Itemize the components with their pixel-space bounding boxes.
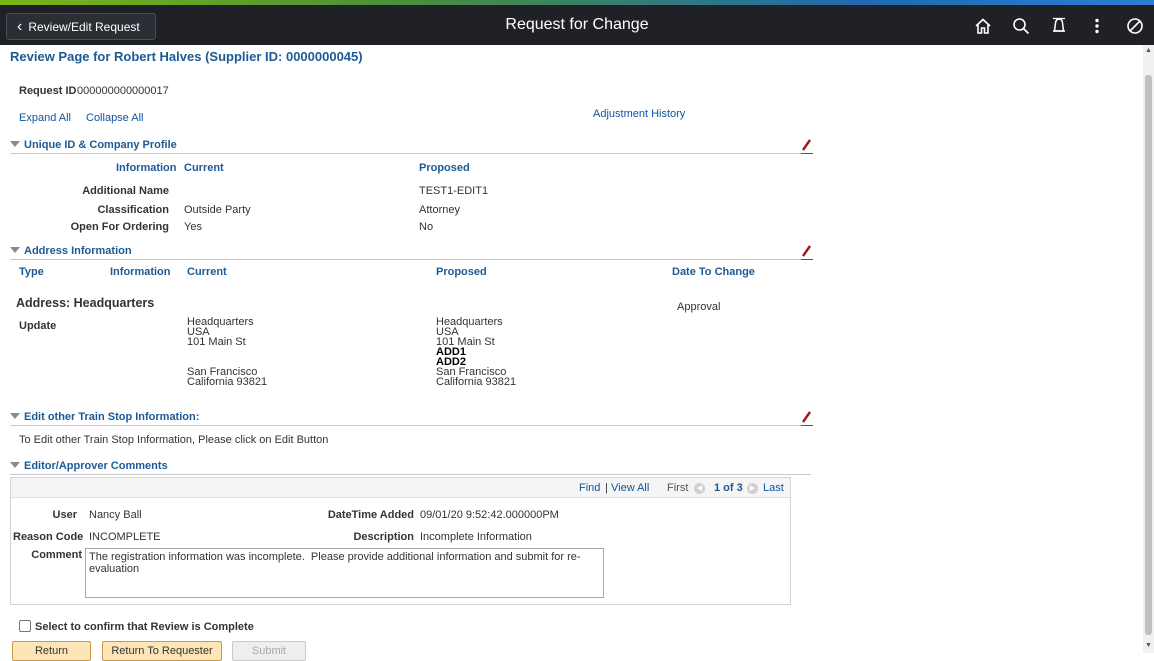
user-label: User	[52, 509, 77, 521]
return-button[interactable]: Return	[12, 641, 91, 661]
actions-menu-icon[interactable]	[1078, 12, 1116, 40]
comments-grid: Find | View All First ◀ 1 of 3 ▶ Last Us…	[10, 477, 791, 605]
chevron-left-icon: ‹	[17, 17, 23, 35]
reason-code-value: INCOMPLETE	[89, 531, 161, 543]
notification-icon[interactable]	[1040, 12, 1078, 40]
current-address-line: California 93821	[187, 376, 268, 388]
row-label-open-for-ordering: Open For Ordering	[70, 221, 169, 233]
col-header-type: Type	[19, 266, 44, 278]
back-button-label: Review/Edit Request	[28, 19, 140, 34]
edit-pencil-icon[interactable]	[800, 139, 814, 155]
last-link[interactable]: Last	[763, 482, 784, 494]
section-address-header[interactable]: Address Information	[10, 244, 811, 260]
row-current-open-for-ordering: Yes	[184, 221, 202, 233]
section-train-stop-header[interactable]: Edit other Train Stop Information:	[10, 410, 811, 426]
adjustment-history-link[interactable]: Adjustment History	[593, 108, 685, 120]
home-icon[interactable]	[964, 12, 1002, 40]
grid-navigation-bar: Find | View All First ◀ 1 of 3 ▶ Last	[11, 478, 790, 498]
collapse-triangle-icon	[10, 462, 20, 468]
request-id-value: 000000000000017	[77, 85, 169, 97]
col-header-current: Current	[187, 266, 227, 278]
row-label-classification: Classification	[97, 204, 169, 216]
comment-label: Comment	[31, 549, 82, 561]
date-to-change-value: Approval	[677, 301, 721, 313]
top-navigation-bar: ‹ Review/Edit Request Request for Change	[0, 5, 1154, 45]
scroll-up-icon[interactable]: ▲	[1143, 47, 1154, 54]
col-header-proposed: Proposed	[436, 266, 487, 278]
collapse-triangle-icon	[10, 247, 20, 253]
collapse-triangle-icon	[10, 141, 20, 147]
previous-row-icon[interactable]: ◀	[694, 483, 705, 494]
confirm-review-label: Select to confirm that Review is Complet…	[35, 621, 254, 633]
row-position: 1 of 3	[714, 482, 743, 494]
description-label: Description	[353, 531, 414, 543]
section-title: Address Information	[24, 245, 132, 257]
edit-pencil-icon[interactable]	[800, 411, 814, 427]
datetime-value: 09/01/20 9:52:42.000000PM	[420, 509, 559, 521]
next-row-icon[interactable]: ▶	[747, 483, 758, 494]
reason-code-label: Reason Code	[13, 531, 84, 543]
separator: |	[605, 482, 608, 494]
view-all-link[interactable]: View All	[611, 482, 649, 494]
user-value: Nancy Ball	[89, 509, 142, 521]
edit-pencil-icon[interactable]	[800, 245, 814, 261]
first-label: First	[667, 482, 689, 494]
row-proposed-classification: Attorney	[419, 204, 460, 216]
description-value: Incomplete Information	[420, 531, 532, 543]
row-label-additional-name: Additional Name	[82, 185, 169, 197]
section-title: Edit other Train Stop Information:	[24, 411, 200, 423]
train-stop-instruction: To Edit other Train Stop Information, Pl…	[19, 434, 329, 446]
collapse-all-link[interactable]: Collapse All	[86, 112, 143, 124]
datetime-label: DateTime Added	[327, 509, 414, 521]
current-address-block: Headquarters USA 101 Main St San Francis…	[187, 317, 268, 388]
row-proposed-additional-name: TEST1-EDIT1	[419, 185, 489, 197]
confirm-review-checkbox[interactable]	[19, 620, 31, 632]
current-address-line: 101 Main St	[187, 336, 246, 348]
col-header-information: Information	[116, 162, 177, 174]
scroll-down-icon[interactable]: ▼	[1143, 642, 1154, 649]
section-comments-header[interactable]: Editor/Approver Comments	[10, 459, 811, 475]
col-header-information: Information	[110, 266, 171, 278]
row-proposed-open-for-ordering: No	[419, 221, 434, 233]
header-actions	[964, 12, 1154, 40]
return-to-requester-button[interactable]: Return To Requester	[102, 641, 222, 661]
row-current-classification: Outside Party	[184, 204, 251, 216]
page-title: Review Page for Robert Halves (Supplier …	[10, 49, 363, 64]
navbar-icon[interactable]	[1116, 12, 1154, 40]
col-header-date-to-change: Date To Change	[672, 266, 755, 278]
current-address-line	[187, 347, 267, 357]
submit-button[interactable]: Submit	[232, 641, 306, 661]
address-title: Address: Headquarters	[16, 296, 155, 310]
find-link[interactable]: Find	[579, 482, 600, 494]
proposed-address-block: Headquarters USA 101 Main St ADD1 ADD2 S…	[436, 317, 517, 388]
col-header-current: Current	[184, 162, 224, 174]
section-title: Unique ID & Company Profile	[24, 139, 177, 151]
col-header-proposed: Proposed	[419, 162, 470, 174]
expand-all-link[interactable]: Expand All	[19, 112, 71, 124]
address-type-value: Update	[19, 320, 57, 332]
search-icon[interactable]	[1002, 12, 1040, 40]
back-button[interactable]: ‹ Review/Edit Request	[6, 13, 156, 40]
section-title: Editor/Approver Comments	[24, 460, 168, 472]
proposed-address-line: California 93821	[436, 376, 517, 388]
collapse-triangle-icon	[10, 413, 20, 419]
vertical-scrollbar[interactable]: ▲ ▼	[1143, 45, 1154, 653]
comment-textarea[interactable]: The registration information was incompl…	[85, 548, 604, 598]
scrollbar-thumb[interactable]	[1145, 75, 1152, 635]
request-id-label: Request ID	[19, 85, 77, 97]
section-company-profile-header[interactable]: Unique ID & Company Profile	[10, 138, 811, 154]
